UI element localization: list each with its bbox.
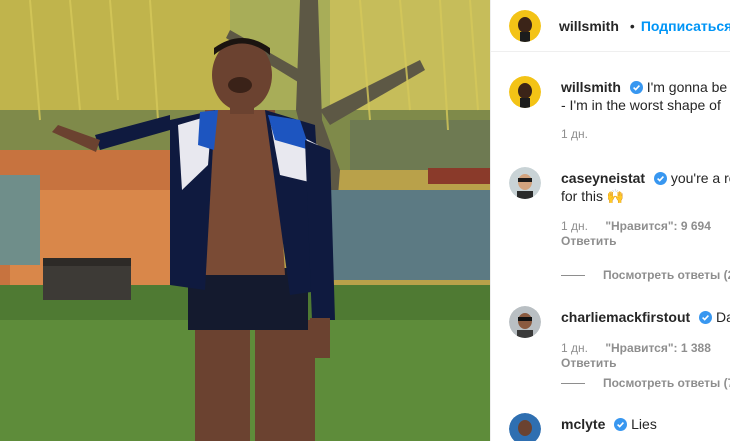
view-replies-button[interactable]: Посмотреть ответы (2 — [561, 268, 730, 282]
commenter-avatar[interactable] — [509, 306, 541, 338]
comment-meta: 1 дн. "Нравится": 1 388 — [561, 341, 725, 355]
avatar-image — [509, 76, 541, 108]
caption-line1: I'm gonna be — [646, 79, 728, 95]
author-username[interactable]: willsmith — [559, 18, 619, 34]
reply-button[interactable]: Ответить — [561, 234, 616, 248]
commenter-avatar[interactable] — [509, 413, 541, 441]
comment-line1: Dad — [715, 309, 730, 325]
caption-meta: 1 дн. — [561, 127, 602, 141]
view-replies-button[interactable]: Посмотреть ответы (7 — [561, 376, 730, 390]
comment-text: mclyte Lies — [561, 415, 657, 433]
header-separator: • — [629, 17, 635, 34]
commenter-username[interactable]: mclyte — [561, 416, 605, 432]
divider-line — [561, 274, 585, 276]
commenter-username[interactable]: charliemackfirstout — [561, 309, 690, 325]
caption-time[interactable]: 1 дн. — [561, 127, 588, 141]
comment-text: caseyneistat you're a re for this 🙌 — [561, 169, 730, 205]
caption-username[interactable]: willsmith — [561, 79, 621, 95]
caption-avatar[interactable] — [509, 76, 541, 108]
caption-line2: - I'm in the worst shape of — [561, 97, 721, 113]
commenter-avatar[interactable] — [509, 167, 541, 199]
post-image — [0, 0, 490, 441]
view-replies-label: Посмотреть ответы (2 — [603, 268, 730, 282]
avatar-image — [509, 167, 541, 199]
verified-badge-icon — [614, 418, 628, 431]
comment-text: charliemackfirstout Dad — [561, 308, 730, 326]
comment-line1: you're a re — [670, 170, 730, 186]
avatar-image — [509, 9, 541, 42]
comment-time[interactable]: 1 дн. — [561, 341, 588, 355]
comment-likes[interactable]: "Нравится": 1 388 — [605, 341, 711, 355]
verified-badge-icon — [653, 172, 667, 185]
follow-button[interactable]: Подписаться — [641, 18, 730, 34]
reply-button[interactable]: Ответить — [561, 356, 616, 370]
comment-likes[interactable]: "Нравится": 9 694 — [605, 219, 711, 233]
post-photo[interactable] — [0, 0, 490, 441]
comment-meta: 1 дн. "Нравится": 9 694 — [561, 219, 725, 233]
comment-time[interactable]: 1 дн. — [561, 219, 588, 233]
author-avatar[interactable] — [509, 9, 541, 42]
post-header: willsmith • Подписаться — [491, 0, 730, 52]
post-view: willsmith • Подписаться willsmith I'm go… — [0, 0, 730, 441]
comment-line1: Lies — [631, 416, 657, 432]
avatar-image — [509, 413, 541, 441]
comments-panel: willsmith • Подписаться willsmith I'm go… — [490, 0, 730, 441]
divider-line — [561, 382, 585, 384]
comment-line2: for this 🙌 — [561, 188, 625, 204]
view-replies-label: Посмотреть ответы (7 — [603, 376, 730, 390]
avatar-image — [509, 306, 541, 338]
verified-badge-icon — [629, 81, 643, 94]
caption-text: willsmith I'm gonna be - I'm in the wors… — [561, 78, 727, 114]
commenter-username[interactable]: caseyneistat — [561, 170, 645, 186]
verified-badge-icon — [699, 311, 713, 324]
